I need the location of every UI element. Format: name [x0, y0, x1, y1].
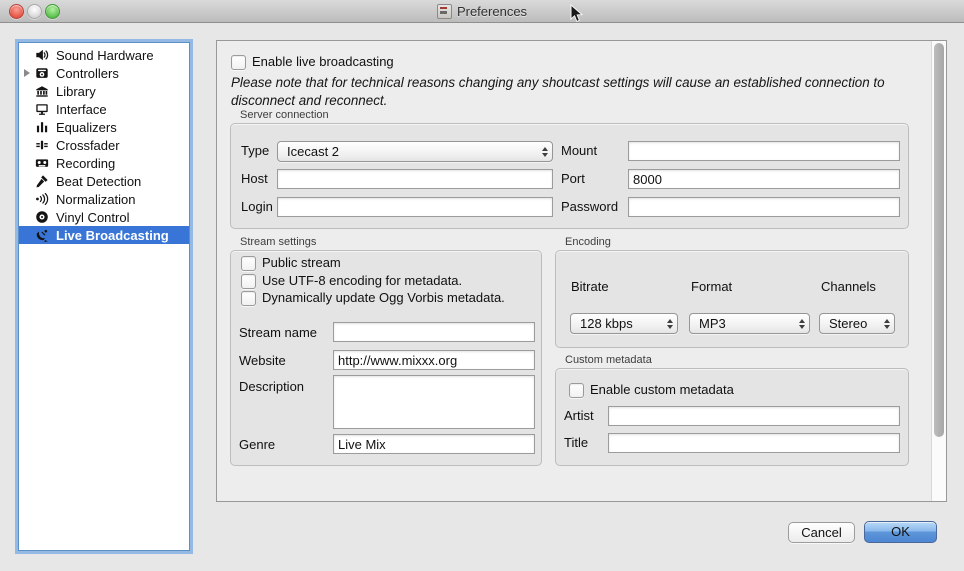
sidebar-item-controllers[interactable]: Controllers	[19, 64, 189, 82]
vinyl-record-icon	[34, 210, 50, 225]
vertical-scrollbar[interactable]	[931, 41, 946, 501]
enable-custom-metadata-checkbox[interactable]	[569, 383, 584, 398]
stream-settings-checkbox-label: Public stream	[262, 255, 341, 271]
sidebar-item-label: Crossfader	[56, 138, 120, 153]
cassette-icon	[34, 156, 50, 171]
sidebar-item-beat-detection[interactable]: Beat Detection	[19, 172, 189, 190]
type-dropdown[interactable]: Icecast 2	[277, 141, 553, 162]
equalizer-bars-icon	[34, 120, 50, 135]
genre-input[interactable]	[333, 434, 535, 454]
stream-settings-title: Stream settings	[240, 236, 316, 248]
window-title: Preferences	[457, 4, 527, 19]
preferences-category-list: Sound Hardware Controllers Library Interfac…	[18, 42, 190, 551]
sidebar-item-label: Sound Hardware	[56, 48, 154, 63]
port-input[interactable]	[628, 169, 900, 189]
ok-button[interactable]: OK	[864, 521, 937, 543]
sidebar-item-label: Library	[56, 84, 96, 99]
description-textarea[interactable]	[333, 375, 535, 429]
genre-label: Genre	[239, 437, 275, 453]
monitor-icon	[34, 102, 50, 117]
sidebar-item-label: Interface	[56, 102, 107, 117]
host-label: Host	[241, 171, 268, 187]
sidebar-item-recording[interactable]: Recording	[19, 154, 189, 172]
sidebar-item-equalizers[interactable]: Equalizers	[19, 118, 189, 136]
website-input[interactable]	[333, 350, 535, 370]
sidebar-item-label: Equalizers	[56, 120, 117, 135]
login-input[interactable]	[277, 197, 553, 217]
format-label: Format	[691, 279, 732, 295]
shoutcast-note: Please note that for technical reasons c…	[231, 74, 917, 109]
sidebar-item-crossfader[interactable]: Crossfader	[19, 136, 189, 154]
sidebar-item-interface[interactable]: Interface	[19, 100, 189, 118]
satellite-dish-icon	[34, 228, 50, 243]
port-label: Port	[561, 171, 585, 187]
crossfader-icon	[34, 138, 50, 153]
scrollbar-thumb[interactable]	[934, 43, 944, 437]
custom-metadata-title: Custom metadata	[565, 354, 652, 366]
enable-live-broadcasting-label: Enable live broadcasting	[252, 54, 394, 70]
mixxx-preferences-icon	[437, 4, 452, 19]
encoding-title: Encoding	[565, 236, 611, 248]
live-broadcasting-page: Enable live broadcasting Please note tha…	[216, 40, 947, 502]
sidebar-item-label: Live Broadcasting	[56, 228, 169, 243]
password-input[interactable]	[628, 197, 900, 217]
sidebar-item-normalization[interactable]: Normalization	[19, 190, 189, 208]
format-dropdown[interactable]: MP3	[689, 313, 810, 334]
stream-settings-checkbox-2[interactable]	[241, 291, 256, 306]
stream-settings-checkbox-1[interactable]	[241, 274, 256, 289]
sidebar-item-live-broadcasting[interactable]: Live Broadcasting	[19, 226, 189, 244]
stepper-arrows-icon	[799, 319, 805, 329]
enable-custom-metadata-label: Enable custom metadata	[590, 382, 734, 398]
type-label: Type	[241, 143, 269, 159]
sidebar-item-library[interactable]: Library	[19, 82, 189, 100]
sidebar-item-label: Vinyl Control	[56, 210, 129, 225]
stream-settings-checkbox-0[interactable]	[241, 256, 256, 271]
cancel-button[interactable]: Cancel	[788, 522, 855, 543]
sidebar-item-sound-hardware[interactable]: Sound Hardware	[19, 46, 189, 64]
expand-triangle-icon[interactable]	[19, 69, 34, 77]
stepper-arrows-icon	[884, 319, 890, 329]
stream-name-label: Stream name	[239, 325, 317, 341]
description-label: Description	[239, 379, 304, 395]
password-label: Password	[561, 199, 618, 215]
speaker-icon	[34, 48, 50, 63]
artist-input[interactable]	[608, 406, 900, 426]
library-bank-icon	[34, 84, 50, 99]
stepper-arrows-icon	[542, 147, 548, 157]
stream-name-input[interactable]	[333, 322, 535, 342]
sound-waves-icon	[34, 192, 50, 207]
stream-settings-checkbox-label: Use UTF-8 encoding for metadata.	[262, 273, 462, 289]
mount-label: Mount	[561, 143, 597, 159]
mount-input[interactable]	[628, 141, 900, 161]
title-label: Title	[564, 435, 588, 451]
enable-live-broadcasting-checkbox[interactable]	[231, 55, 246, 70]
sidebar-item-label: Beat Detection	[56, 174, 141, 189]
sidebar-item-label: Controllers	[56, 66, 119, 81]
login-label: Login	[241, 199, 273, 215]
controller-icon	[34, 66, 50, 81]
sidebar-item-label: Recording	[56, 156, 115, 171]
mouse-cursor-icon	[570, 4, 583, 23]
sidebar-list: Sound Hardware Controllers Library Interfac…	[19, 46, 189, 244]
sidebar-item-label: Normalization	[56, 192, 135, 207]
server-connection-title: Server connection	[240, 109, 329, 121]
title-input[interactable]	[608, 433, 900, 453]
host-input[interactable]	[277, 169, 553, 189]
channels-label: Channels	[821, 279, 876, 295]
gavel-icon	[34, 174, 50, 189]
title-bar: Preferences	[0, 0, 964, 23]
sidebar-item-vinyl-control[interactable]: Vinyl Control	[19, 208, 189, 226]
artist-label: Artist	[564, 408, 594, 424]
website-label: Website	[239, 353, 286, 369]
stepper-arrows-icon	[667, 319, 673, 329]
bitrate-dropdown[interactable]: 128 kbps	[570, 313, 678, 334]
bitrate-label: Bitrate	[571, 279, 609, 295]
channels-dropdown[interactable]: Stereo	[819, 313, 895, 334]
stream-settings-checkbox-label: Dynamically update Ogg Vorbis metadata.	[262, 290, 505, 306]
